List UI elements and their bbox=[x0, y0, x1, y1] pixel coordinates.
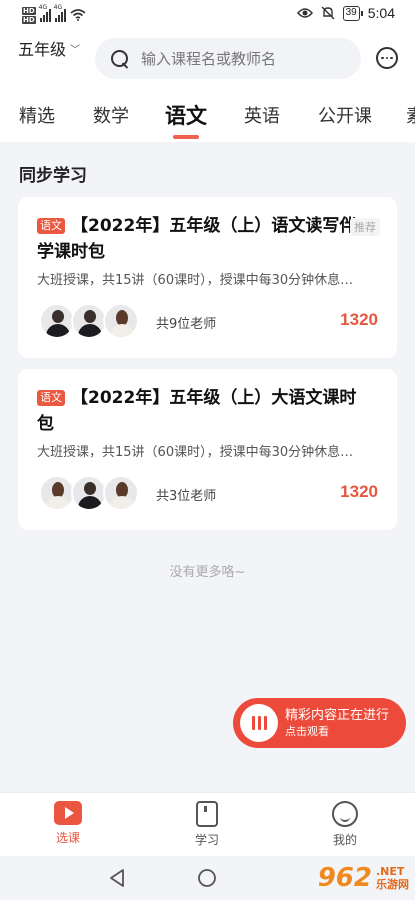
course-price: 1320 bbox=[340, 310, 378, 329]
live-icon bbox=[240, 704, 278, 742]
course-price: 1320 bbox=[340, 482, 378, 501]
active-tab-indicator bbox=[173, 135, 199, 139]
nav-label: 选课 bbox=[55, 831, 80, 845]
teacher-avatars bbox=[39, 303, 139, 339]
search-icon bbox=[111, 49, 129, 68]
live-subtitle: 点击观看 bbox=[285, 725, 329, 738]
eye-icon bbox=[296, 8, 313, 18]
search-input[interactable]: 输入课程名或教师名 bbox=[95, 38, 361, 79]
subject-tabs: 精选 数学 语文 英语 公开课 素 bbox=[0, 90, 415, 142]
avatar bbox=[103, 303, 139, 339]
course-title-text: 【2022年】五年级（上）大语文课时包 bbox=[37, 388, 357, 434]
clock: 5:04 bbox=[367, 5, 395, 21]
course-description: 大班授课，共15讲（60课时），授课中每30分钟休息… bbox=[37, 273, 354, 288]
subject-tag: 语文 bbox=[37, 390, 65, 406]
signal-icon-2: 4G bbox=[54, 4, 66, 22]
tab-open-class[interactable]: 公开课 bbox=[318, 102, 372, 128]
watermark-suffix: .NET bbox=[376, 865, 405, 878]
message-icon[interactable] bbox=[376, 47, 398, 69]
book-icon bbox=[196, 801, 218, 827]
nav-label: 学习 bbox=[194, 833, 219, 847]
tab-english[interactable]: 英语 bbox=[244, 102, 280, 128]
avatar bbox=[103, 475, 139, 511]
header: 五年级 ﹀ 输入课程名或教师名 bbox=[0, 32, 415, 90]
battery-icon: 39 bbox=[342, 5, 363, 21]
grade-selector[interactable]: 五年级 ﹀ bbox=[18, 36, 80, 60]
section-title: 同步学习 bbox=[19, 166, 87, 186]
watermark-number: 962 bbox=[317, 863, 372, 893]
wifi-icon bbox=[70, 9, 86, 21]
status-left: HD HD 4G 4G bbox=[22, 4, 86, 24]
recommend-badge: 推荐 bbox=[350, 218, 380, 236]
nav-label: 我的 bbox=[332, 833, 357, 847]
home-icon[interactable] bbox=[197, 868, 217, 888]
avatar bbox=[71, 303, 107, 339]
teacher-avatars bbox=[39, 475, 139, 511]
course-title: 语文 【2022年】五年级（上）大语文课时包 bbox=[37, 385, 357, 437]
avatar bbox=[71, 475, 107, 511]
subject-tag: 语文 bbox=[37, 218, 65, 234]
hd-icon: HD HD bbox=[22, 6, 36, 24]
back-icon[interactable] bbox=[108, 868, 126, 892]
nav-study[interactable]: 学习 bbox=[177, 801, 237, 848]
avatar bbox=[39, 475, 75, 511]
status-bar: HD HD 4G 4G 39 5:04 bbox=[0, 0, 415, 32]
network-type-1: 4G bbox=[38, 4, 48, 11]
live-banner[interactable]: 精彩内容正在进行 点击观看 bbox=[233, 698, 406, 748]
watermark-text-group: .NET 乐游网 bbox=[376, 865, 409, 891]
search-placeholder: 输入课程名或教师名 bbox=[141, 50, 277, 68]
watermark-text: 乐游网 bbox=[376, 878, 409, 891]
status-right: 39 5:04 bbox=[296, 5, 395, 21]
tab-math[interactable]: 数学 bbox=[93, 102, 129, 128]
site-watermark: 962 .NET 乐游网 bbox=[318, 856, 409, 900]
nav-profile[interactable]: 我的 bbox=[315, 801, 375, 848]
profile-icon bbox=[332, 801, 358, 827]
course-card[interactable]: 语文 【2022年】五年级（上）大语文课时包 大班授课，共15讲（60课时），授课… bbox=[18, 369, 397, 530]
grade-label: 五年级 bbox=[18, 40, 67, 59]
live-text: 精彩内容正在进行 点击观看 bbox=[285, 707, 389, 739]
signal-icon: 4G bbox=[39, 4, 51, 22]
play-icon bbox=[54, 801, 82, 825]
list-end-text: 没有更多咯~ bbox=[169, 565, 246, 580]
bottom-nav: 选课 学习 我的 bbox=[0, 792, 415, 856]
chevron-down-icon: ﹀ bbox=[70, 44, 81, 56]
mute-bell-icon bbox=[321, 6, 335, 20]
nav-course-select[interactable]: 选课 bbox=[38, 801, 98, 846]
avatar bbox=[39, 303, 75, 339]
live-title: 精彩内容正在进行 bbox=[285, 708, 390, 723]
tab-featured[interactable]: 精选 bbox=[19, 102, 55, 128]
course-card[interactable]: 语文 【2022年】五年级（上）语文读写伴学课时包 推荐 大班授课，共15讲（60… bbox=[18, 197, 397, 358]
teacher-count: 共3位老师 bbox=[156, 489, 217, 504]
network-type-2: 4G bbox=[53, 4, 63, 11]
tab-chinese[interactable]: 语文 bbox=[165, 100, 207, 130]
course-title-text: 【2022年】五年级（上）语文读写伴学课时包 bbox=[37, 216, 357, 262]
tab-more[interactable]: 素 bbox=[406, 102, 415, 128]
course-title: 语文 【2022年】五年级（上）语文读写伴学课时包 bbox=[37, 213, 357, 265]
course-description: 大班授课，共15讲（60课时），授课中每30分钟休息… bbox=[37, 445, 354, 460]
teacher-count: 共9位老师 bbox=[156, 317, 217, 332]
